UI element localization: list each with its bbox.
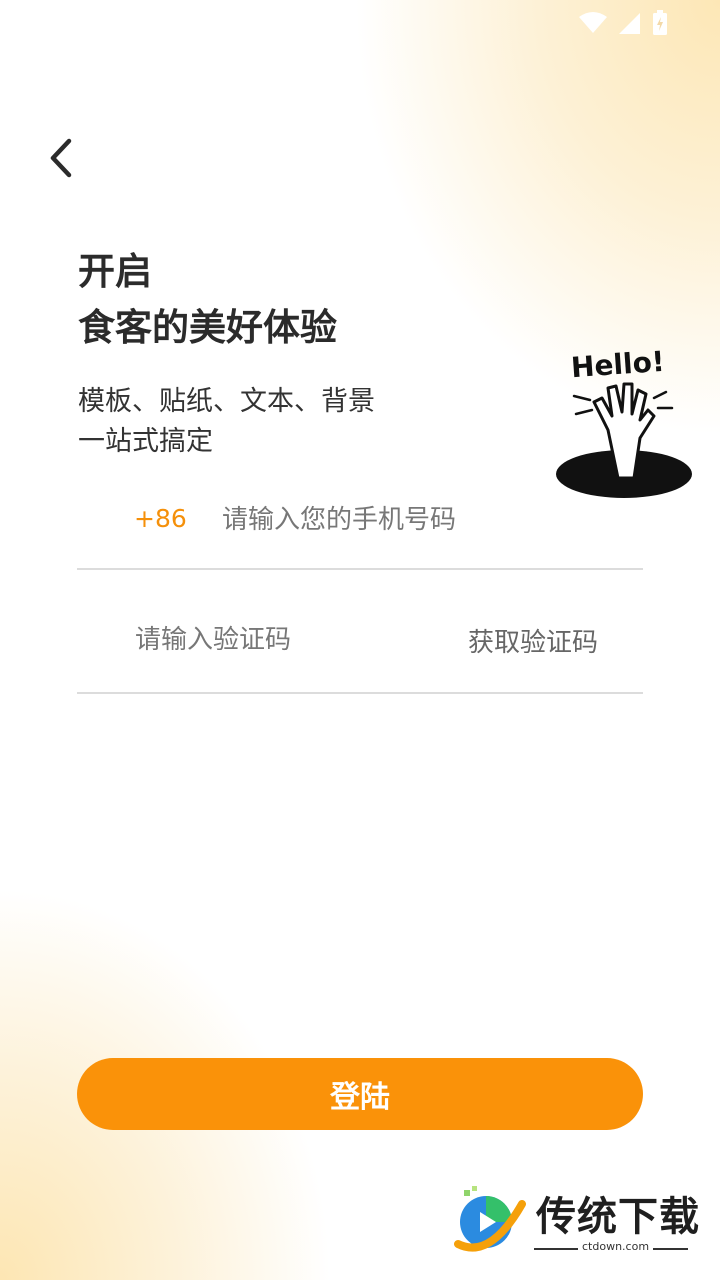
headline-line-1: 开启 xyxy=(78,250,152,293)
chevron-left-icon xyxy=(45,137,75,183)
wifi-icon xyxy=(578,11,608,39)
watermark: 传统下载 ctdown.com xyxy=(450,1182,700,1262)
hello-text: Hello! xyxy=(570,345,666,384)
subtitle-line-2: 一站式搞定 xyxy=(78,426,213,457)
get-code-button[interactable]: 获取验证码 xyxy=(468,622,598,659)
watermark-brand: 传统下载 xyxy=(536,1194,700,1240)
subtitle-line-1: 模板、贴纸、文本、背景 xyxy=(78,386,375,417)
hello-hand-illustration: Hello! xyxy=(536,338,700,504)
battery-icon xyxy=(652,10,668,40)
back-button[interactable] xyxy=(38,136,82,184)
cell-signal-icon xyxy=(618,11,642,39)
country-code[interactable]: +86 xyxy=(134,504,187,533)
login-button[interactable]: 登陆 xyxy=(77,1058,643,1130)
status-bar xyxy=(0,0,720,48)
headline: 开启 食客的美好体验 xyxy=(78,244,337,356)
headline-line-2: 食客的美好体验 xyxy=(78,306,337,349)
phone-field-row: +86 xyxy=(77,490,643,570)
verification-code-input[interactable] xyxy=(135,620,435,660)
subtitle: 模板、贴纸、文本、背景 一站式搞定 xyxy=(78,382,375,462)
code-field-row: 获取验证码 xyxy=(77,608,643,694)
phone-input[interactable] xyxy=(222,500,622,540)
watermark-domain: ctdown.com xyxy=(578,1240,654,1253)
